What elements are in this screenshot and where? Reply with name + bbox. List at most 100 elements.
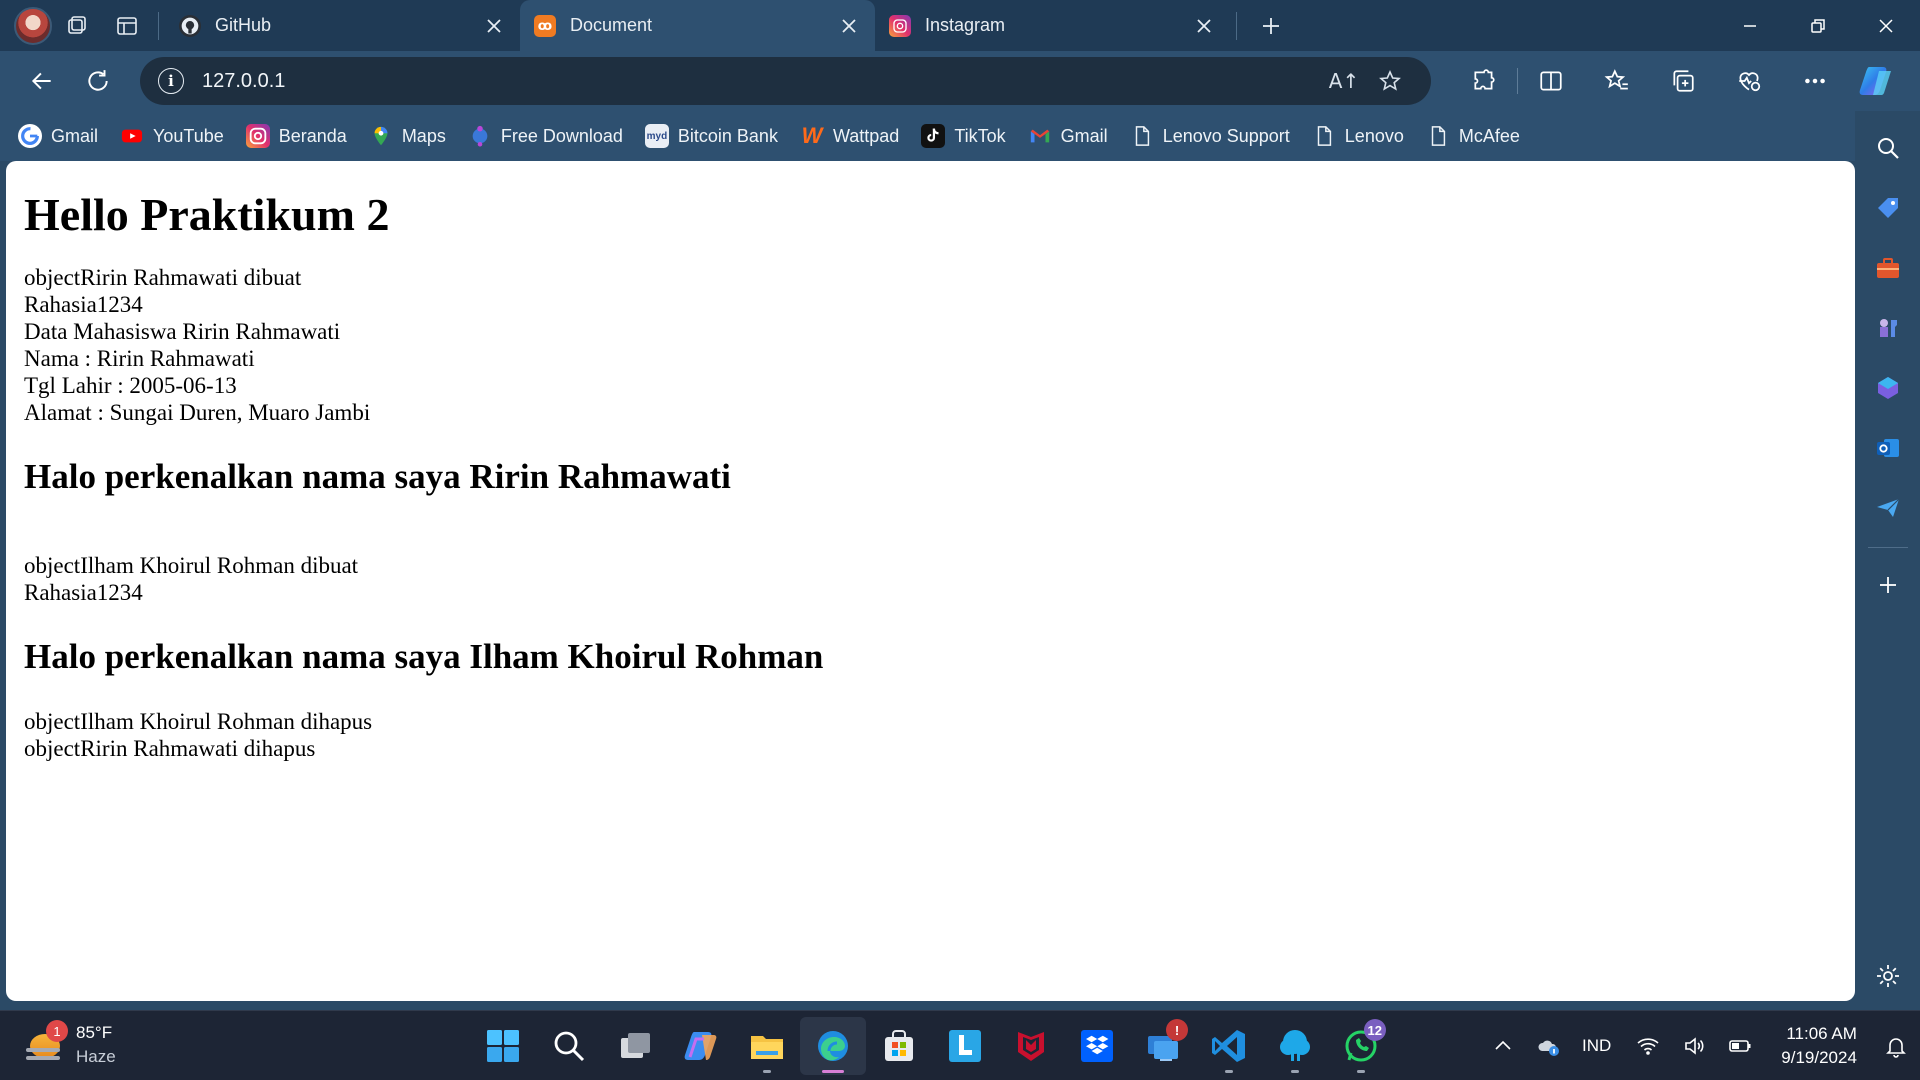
taskbar-search-button[interactable] xyxy=(536,1017,602,1075)
bookmark-label: Free Download xyxy=(500,125,623,146)
site-info-icon[interactable]: i xyxy=(158,68,184,94)
extensions-button[interactable] xyxy=(1451,57,1517,105)
onedrive-tray-icon[interactable] xyxy=(1526,1023,1572,1069)
alert-badge: ! xyxy=(1166,1019,1188,1041)
bookmark-gmail[interactable]: Gmail xyxy=(16,116,108,156)
dropbox-button[interactable] xyxy=(1064,1017,1130,1075)
bookmark-mcafee[interactable]: McAfee xyxy=(1424,116,1530,156)
chess-pieces-icon xyxy=(1879,319,1897,337)
favorite-star-icon[interactable] xyxy=(1367,61,1413,101)
cloud-app-button[interactable] xyxy=(1262,1017,1328,1075)
url-text[interactable]: 127.0.0.1 xyxy=(202,70,1321,93)
bookmark-youtube[interactable]: YouTube xyxy=(118,116,234,156)
tab-strip-left xyxy=(0,0,165,51)
collections-button[interactable] xyxy=(1650,57,1716,105)
input-language[interactable]: IND xyxy=(1582,1036,1611,1056)
tab-actions-icon[interactable] xyxy=(102,0,152,51)
tab-label: Instagram xyxy=(925,15,1006,35)
sidebar-telegram-button[interactable] xyxy=(1865,485,1911,531)
new-tab-button[interactable] xyxy=(1247,0,1295,51)
search-icon xyxy=(1877,138,1899,159)
bookmark-free-download[interactable]: Free Download xyxy=(466,116,633,156)
sidebar-outlook-button[interactable] xyxy=(1865,425,1911,471)
bookmark-label: Bitcoin Bank xyxy=(677,125,778,146)
favorites-list-icon xyxy=(1604,69,1628,90)
sidebar-settings-button[interactable] xyxy=(1865,953,1911,999)
favorites-button[interactable] xyxy=(1584,57,1650,105)
store-bag-icon xyxy=(885,1030,913,1061)
tab-github[interactable]: GitHub xyxy=(165,0,520,51)
start-button[interactable] xyxy=(470,1017,536,1075)
sidebar-search-button[interactable] xyxy=(1865,125,1911,171)
github-icon xyxy=(179,14,201,37)
copilot-taskbar-button[interactable] xyxy=(668,1017,734,1075)
volume-icon[interactable] xyxy=(1671,1023,1717,1069)
bookmark-maps[interactable]: Maps xyxy=(367,116,456,156)
task-view-icon xyxy=(621,1033,650,1058)
vscode-button[interactable] xyxy=(1196,1017,1262,1075)
bookmark-wattpad[interactable]: W Wattpad xyxy=(798,116,909,156)
sidebar-add-button[interactable] xyxy=(1865,562,1911,608)
bookmark-bitcoin-bank[interactable]: myd Bitcoin Bank xyxy=(643,116,788,156)
bookmark-label: Wattpad xyxy=(832,125,900,146)
read-aloud-icon[interactable]: A↑ xyxy=(1321,61,1367,101)
heart-pulse-icon xyxy=(1739,72,1761,92)
bookmark-label: Beranda xyxy=(278,125,347,146)
minimize-button[interactable] xyxy=(1716,0,1784,51)
tab-document[interactable]: ꝏ Document xyxy=(520,0,875,51)
bookmark-beranda[interactable]: Beranda xyxy=(244,116,357,156)
edge-taskbar-button[interactable] xyxy=(800,1017,866,1075)
system-tray: IND 11:06 AM 9/19/2024 xyxy=(1480,1011,1919,1080)
workspaces-icon[interactable] xyxy=(52,0,102,51)
bookmark-lenovo-support[interactable]: Lenovo Support xyxy=(1128,116,1300,156)
tab-instagram[interactable]: Instagram xyxy=(875,0,1230,51)
close-window-button[interactable] xyxy=(1852,0,1920,51)
bookmark-label: Gmail xyxy=(51,125,99,146)
sidebar-copilot-button[interactable] xyxy=(1865,365,1911,411)
bookmark-label: YouTube xyxy=(153,125,224,146)
toolbar-icons xyxy=(1451,57,1900,105)
youtube-icon xyxy=(120,124,144,148)
back-button[interactable] xyxy=(14,57,70,105)
refresh-icon xyxy=(88,70,108,91)
free-download-icon xyxy=(468,124,492,148)
task-view-button[interactable] xyxy=(602,1017,668,1075)
file-explorer-button[interactable] xyxy=(734,1017,800,1075)
remote-desktop-button[interactable]: ! xyxy=(1130,1017,1196,1075)
split-screen-button[interactable] xyxy=(1518,57,1584,105)
mcafee-button[interactable] xyxy=(998,1017,1064,1075)
wifi-icon[interactable] xyxy=(1625,1023,1671,1069)
notifications-button[interactable] xyxy=(1873,1023,1919,1069)
restore-button[interactable] xyxy=(1784,0,1852,51)
lenovo-vantage-button[interactable] xyxy=(932,1017,998,1075)
whatsapp-button[interactable]: 12 xyxy=(1328,1017,1394,1075)
maps-pin-icon xyxy=(369,124,393,148)
microsoft-store-button[interactable] xyxy=(866,1017,932,1075)
sidebar-games-button[interactable] xyxy=(1865,305,1911,351)
bitcoin-bank-icon: myd xyxy=(644,124,669,148)
sidebar-shopping-button[interactable] xyxy=(1865,185,1911,231)
wattpad-icon: W xyxy=(801,123,823,148)
show-hidden-icons-button[interactable] xyxy=(1480,1023,1526,1069)
address-bar[interactable]: i 127.0.0.1 A↑ xyxy=(140,57,1431,105)
system-clock[interactable]: 11:06 AM 9/19/2024 xyxy=(1781,1022,1857,1070)
browser-essentials-button[interactable] xyxy=(1716,57,1782,105)
puzzle-icon xyxy=(1474,69,1495,90)
copilot-button[interactable] xyxy=(1854,58,1900,104)
settings-more-button[interactable] xyxy=(1782,57,1848,105)
tiktok-icon xyxy=(921,124,946,148)
battery-icon[interactable] xyxy=(1717,1023,1763,1069)
close-tab-icon[interactable] xyxy=(1192,14,1216,38)
refresh-button[interactable] xyxy=(70,57,126,105)
profile-avatar[interactable] xyxy=(14,6,52,45)
whatsapp-badge: 12 xyxy=(1363,1019,1386,1041)
sidebar-tools-button[interactable] xyxy=(1865,245,1911,291)
output-line: Alamat : Sungai Duren, Muaro Jambi xyxy=(24,400,371,426)
close-tab-icon[interactable] xyxy=(837,14,861,38)
bookmark-lenovo[interactable]: Lenovo xyxy=(1310,116,1414,156)
bookmark-tiktok[interactable]: TikTok xyxy=(919,116,1015,156)
weather-widget[interactable]: 1 85°F Haze xyxy=(26,1020,116,1069)
dropbox-icon xyxy=(1081,1030,1113,1062)
close-tab-icon[interactable] xyxy=(482,14,506,38)
bookmark-gmail-2[interactable]: Gmail xyxy=(1026,116,1118,156)
